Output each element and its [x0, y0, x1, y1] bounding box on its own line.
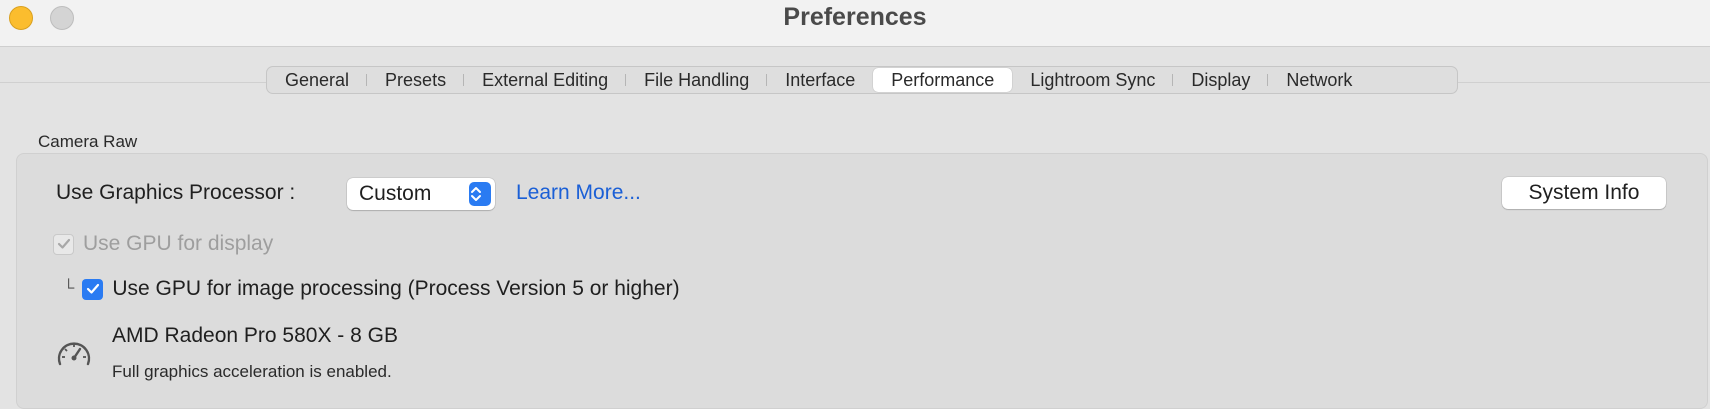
use-gpu-processing-checkbox[interactable] [82, 278, 104, 300]
section-label-camera-raw: Camera Raw [38, 132, 138, 151]
tab-lightroom-sync[interactable]: Lightroom Sync [1012, 68, 1174, 92]
use-gpu-display-label: Use GPU for display [83, 232, 274, 255]
gauge-icon [57, 342, 91, 366]
learn-more-link[interactable]: Learn More... [516, 181, 641, 205]
graphics-processor-select[interactable]: Custom [347, 178, 495, 210]
tab-presets[interactable]: Presets [367, 68, 465, 92]
system-info-button[interactable]: System Info [1502, 177, 1666, 209]
tab-display[interactable]: Display [1173, 68, 1269, 92]
use-gpu-display-row: Use GPU for display [53, 232, 273, 256]
gpu-label-row: Use Graphics Processor : [56, 181, 295, 205]
use-gpu-processing-label: Use GPU for image processing (Process Ve… [112, 277, 680, 300]
use-gpu-processing-row: └ Use GPU for image processing (Process … [63, 277, 680, 301]
title-bar: Preferences [0, 0, 1710, 47]
checkmark-icon [86, 283, 99, 294]
graphics-processor-value: Custom [359, 182, 432, 205]
gpu-name: AMD Radeon Pro 580X - 8 GB [112, 324, 398, 347]
preferences-tab-bar: General Presets External Editing File Ha… [266, 66, 1458, 94]
chevron-up-down-icon [469, 182, 491, 206]
window-title: Preferences [783, 3, 927, 31]
tab-general[interactable]: General [267, 68, 368, 92]
tab-network[interactable]: Network [1268, 68, 1370, 92]
checkmark-icon [57, 238, 70, 249]
tab-performance[interactable]: Performance [873, 68, 1013, 92]
tab-external-editing[interactable]: External Editing [464, 68, 627, 92]
gpu-status: Full graphics acceleration is enabled. [112, 362, 392, 381]
use-gpu-display-checkbox[interactable] [53, 233, 74, 255]
use-graphics-processor-label: Use Graphics Processor : [56, 181, 296, 204]
tab-interface[interactable]: Interface [767, 68, 873, 92]
tree-connector-icon: └ [63, 280, 75, 297]
tab-file-handling[interactable]: File Handling [626, 68, 768, 92]
